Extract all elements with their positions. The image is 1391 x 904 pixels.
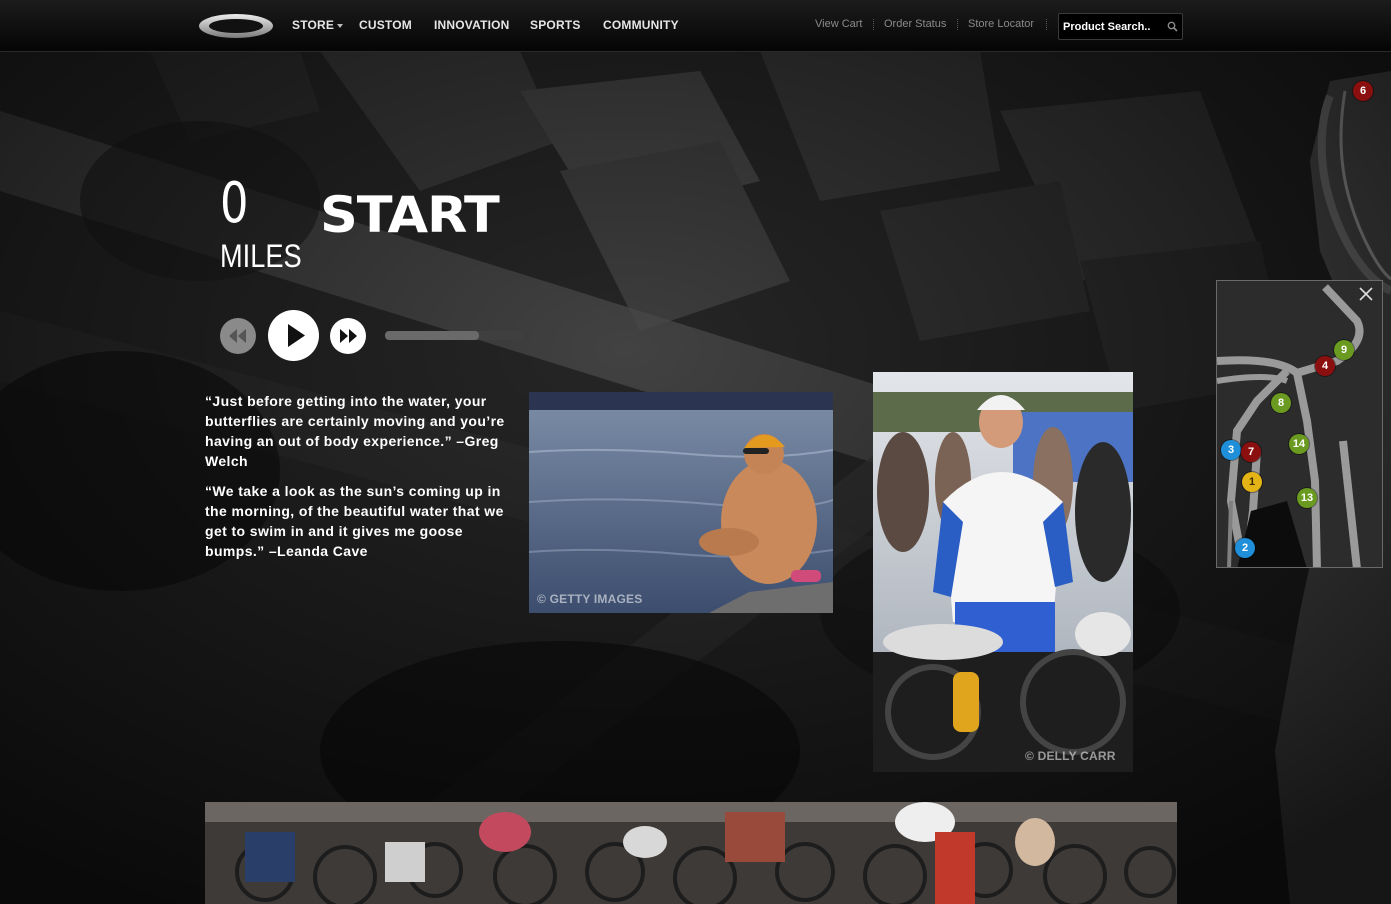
course-marker-14[interactable]: 14 (1289, 434, 1309, 454)
course-marker-1[interactable]: 1 (1242, 472, 1262, 492)
athlete-photo: © DELLY CARR (873, 372, 1133, 772)
athlete-photo-image (873, 372, 1133, 772)
nav-store-label: STORE (292, 18, 335, 32)
swimmer-photo: © GETTY IMAGES (529, 392, 833, 613)
nav-custom[interactable]: CUSTOM (359, 18, 412, 32)
playback-progress-bar[interactable] (385, 331, 523, 340)
course-marker-4[interactable]: 4 (1315, 356, 1335, 376)
search-input[interactable] (1063, 18, 1159, 35)
nav-innovation[interactable]: INNOVATION (434, 18, 510, 32)
play-button[interactable] (268, 310, 319, 361)
progress-fill (385, 331, 479, 340)
course-marker-7[interactable]: 7 (1241, 442, 1261, 462)
quote-greg-welch: “Just before getting into the water, you… (205, 393, 505, 469)
fast-forward-icon (340, 329, 357, 343)
course-marker-2[interactable]: 2 (1235, 538, 1255, 558)
view-cart-link[interactable]: View Cart (815, 18, 862, 30)
utility-divider (873, 19, 875, 30)
top-navigation-bar: STORE CUSTOM INNOVATION SPORTS COMMUNITY… (0, 0, 1391, 52)
quotes-block: “Just before getting into the water, you… (205, 391, 515, 571)
transition-area-photo-image (205, 802, 1177, 904)
fast-forward-button[interactable] (330, 318, 366, 354)
course-marker-8[interactable]: 8 (1271, 393, 1291, 413)
brand-logo-icon[interactable] (197, 12, 275, 40)
transition-area-photo (205, 802, 1177, 904)
search-icon[interactable] (1167, 21, 1178, 32)
course-route-map (1217, 284, 1364, 567)
rewind-icon (229, 329, 246, 343)
quote-leanda-cave: “We take a look as the sun’s coming up i… (205, 483, 504, 559)
utility-divider (1046, 19, 1048, 30)
order-status-link[interactable]: Order Status (884, 18, 946, 30)
stage-title: START (320, 186, 500, 244)
close-icon[interactable] (1358, 286, 1374, 302)
play-icon (288, 324, 305, 347)
swimmer-photo-image (529, 392, 833, 613)
photo-credit: © DELLY CARR (1025, 749, 1116, 763)
course-marker-13[interactable]: 13 (1297, 488, 1317, 508)
photo-credit: © GETTY IMAGES (537, 592, 643, 606)
store-locator-link[interactable]: Store Locator (968, 18, 1034, 30)
nav-community[interactable]: COMMUNITY (603, 18, 679, 32)
edge-marker-6[interactable]: 6 (1353, 81, 1373, 101)
chevron-down-icon (337, 23, 344, 28)
utility-divider (957, 19, 959, 30)
distance-value: 0 (220, 171, 249, 236)
nav-store[interactable]: STORE (292, 18, 344, 32)
distance-unit: MILES (220, 238, 302, 274)
rewind-button[interactable] (220, 318, 256, 354)
course-marker-9[interactable]: 9 (1334, 340, 1354, 360)
product-search (1058, 13, 1183, 40)
course-minimap[interactable]: 9 4 8 3 7 14 1 13 2 (1216, 280, 1383, 568)
nav-sports[interactable]: SPORTS (530, 18, 581, 32)
course-marker-3[interactable]: 3 (1221, 440, 1241, 460)
